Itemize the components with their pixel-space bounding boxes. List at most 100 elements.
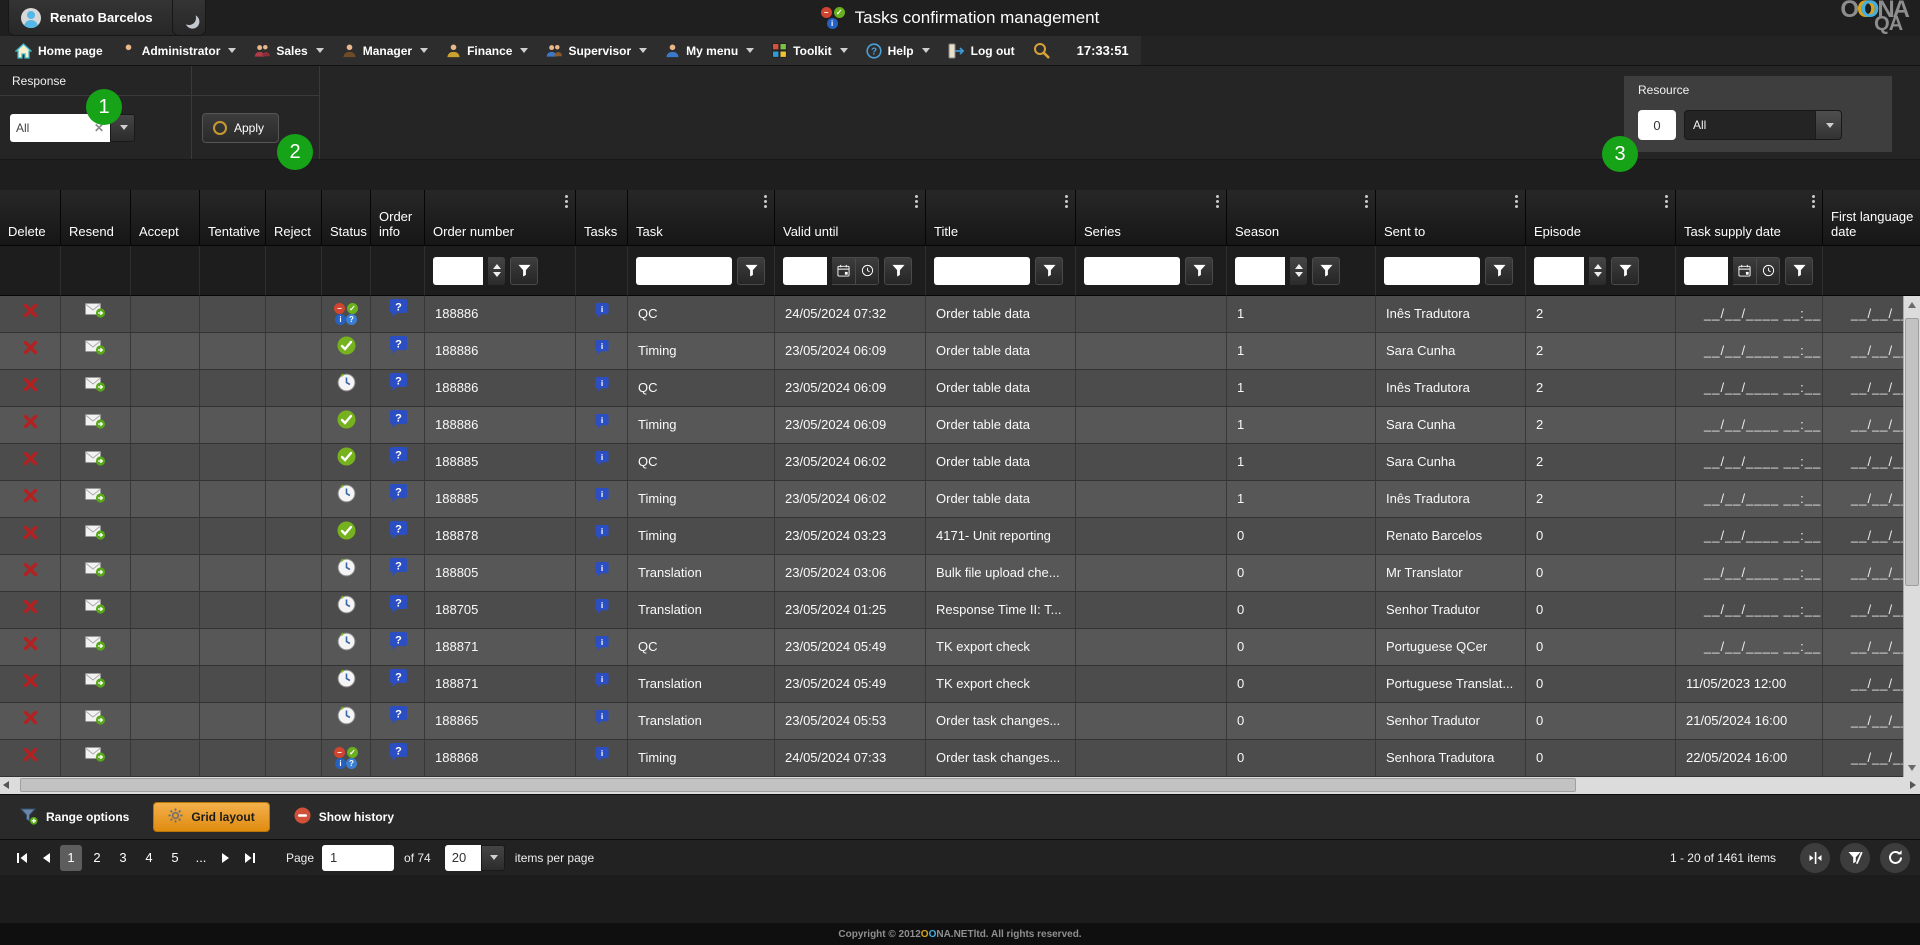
page-button--[interactable]: ... xyxy=(190,845,212,871)
cell-tasks[interactable]: i xyxy=(576,296,628,333)
page-button-4[interactable]: 4 xyxy=(138,845,160,871)
cell-orderinfo[interactable]: ? xyxy=(371,481,425,518)
horizontal-scroll-thumb[interactable] xyxy=(20,778,1576,792)
column-header-sentto[interactable]: Sent to xyxy=(1376,190,1526,246)
order-info-icon[interactable]: ? xyxy=(388,666,408,702)
column-header-season[interactable]: Season xyxy=(1227,190,1376,246)
cell-orderinfo[interactable]: ? xyxy=(371,592,425,629)
page-button-2[interactable]: 2 xyxy=(86,845,108,871)
menu-item-log-out[interactable]: Log out xyxy=(939,36,1024,65)
cell-delete[interactable] xyxy=(0,518,61,555)
resource-dropdown-button[interactable] xyxy=(1815,111,1841,139)
column-header-tasks[interactable]: Tasks xyxy=(576,190,628,246)
task-info-icon[interactable]: i xyxy=(594,555,610,591)
filter-button[interactable] xyxy=(737,257,765,285)
cell-tasks[interactable]: i xyxy=(576,481,628,518)
cell-tasks[interactable]: i xyxy=(576,666,628,703)
refresh-button[interactable] xyxy=(1880,843,1910,873)
order-info-icon[interactable]: ? xyxy=(388,407,408,443)
delete-icon[interactable] xyxy=(23,333,38,369)
task-info-icon[interactable]: i xyxy=(594,629,610,665)
task-info-icon[interactable]: i xyxy=(594,703,610,739)
cell-resend[interactable] xyxy=(61,296,131,333)
filter-input-title[interactable] xyxy=(934,257,1030,285)
page-button-1[interactable]: 1 xyxy=(60,845,82,871)
cell-delete[interactable] xyxy=(0,740,61,777)
column-header-tentative[interactable]: Tentative xyxy=(200,190,266,246)
column-menu-icon[interactable] xyxy=(915,195,918,208)
filter-button[interactable] xyxy=(1312,257,1340,285)
resource-count-input[interactable] xyxy=(1638,110,1676,140)
delete-icon[interactable] xyxy=(23,444,38,480)
column-header-orderinfo[interactable]: Order info xyxy=(371,190,425,246)
cell-delete[interactable] xyxy=(0,370,61,407)
cell-orderinfo[interactable]: ? xyxy=(371,629,425,666)
cell-delete[interactable] xyxy=(0,703,61,740)
cell-delete[interactable] xyxy=(0,407,61,444)
delete-icon[interactable] xyxy=(23,629,38,665)
task-info-icon[interactable]: i xyxy=(594,296,610,332)
menu-item-manager[interactable]: Manager xyxy=(333,36,437,65)
menu-item-home-page[interactable]: Home page xyxy=(6,36,112,65)
vertical-scrollbar[interactable] xyxy=(1903,296,1920,777)
order-info-icon[interactable]: ? xyxy=(388,629,408,665)
column-header-reject[interactable]: Reject xyxy=(266,190,322,246)
cell-orderinfo[interactable]: ? xyxy=(371,407,425,444)
scroll-right-icon[interactable] xyxy=(1910,781,1916,789)
cell-delete[interactable] xyxy=(0,481,61,518)
filter-button[interactable] xyxy=(1785,257,1813,285)
column-menu-icon[interactable] xyxy=(1065,195,1068,208)
menu-item-my-menu[interactable]: My menu xyxy=(656,36,763,65)
resend-icon[interactable] xyxy=(85,629,106,665)
task-info-icon[interactable]: i xyxy=(594,407,610,443)
order-info-icon[interactable]: ? xyxy=(388,555,408,591)
column-header-episode[interactable]: Episode xyxy=(1526,190,1676,246)
task-info-icon[interactable]: i xyxy=(594,444,610,480)
prev-page-button[interactable] xyxy=(34,846,58,870)
order-info-icon[interactable]: ? xyxy=(388,740,408,776)
filter-input-season[interactable] xyxy=(1235,257,1285,285)
cell-tasks[interactable]: i xyxy=(576,370,628,407)
resend-icon[interactable] xyxy=(85,740,106,776)
column-menu-icon[interactable] xyxy=(1665,195,1668,208)
resend-icon[interactable] xyxy=(85,333,106,369)
column-header-title[interactable]: Title xyxy=(926,190,1076,246)
vertical-scroll-thumb[interactable] xyxy=(1905,318,1919,586)
column-header-status[interactable]: Status xyxy=(322,190,371,246)
resize-columns-button[interactable] xyxy=(1800,843,1830,873)
task-info-icon[interactable]: i xyxy=(594,592,610,628)
cell-delete[interactable] xyxy=(0,333,61,370)
filter-input-episode[interactable] xyxy=(1534,257,1584,285)
menu-item-help[interactable]: ?Help xyxy=(857,36,939,65)
cell-resend[interactable] xyxy=(61,333,131,370)
dark-mode-button[interactable] xyxy=(172,0,206,36)
page-input[interactable] xyxy=(322,845,394,871)
spinner-buttons[interactable] xyxy=(1290,257,1307,285)
first-page-button[interactable] xyxy=(10,846,34,870)
spinner-buttons[interactable] xyxy=(488,257,505,285)
cell-resend[interactable] xyxy=(61,592,131,629)
resend-icon[interactable] xyxy=(85,555,106,591)
order-info-icon[interactable]: ? xyxy=(388,333,408,369)
filter-input-ordernumber[interactable] xyxy=(433,257,483,285)
delete-icon[interactable] xyxy=(23,703,38,739)
range-options-button[interactable]: Range options xyxy=(12,802,137,833)
search-button[interactable] xyxy=(1024,36,1059,65)
column-menu-icon[interactable] xyxy=(1812,195,1815,208)
delete-icon[interactable] xyxy=(23,481,38,517)
resend-icon[interactable] xyxy=(85,481,106,517)
filter-button[interactable] xyxy=(1035,257,1063,285)
column-header-delete[interactable]: Delete xyxy=(0,190,61,246)
menu-item-sales[interactable]: Sales xyxy=(245,36,332,65)
order-info-icon[interactable]: ? xyxy=(388,370,408,406)
filter-button[interactable] xyxy=(884,257,912,285)
filter-button[interactable] xyxy=(1185,257,1213,285)
user-menu[interactable]: Renato Barcelos xyxy=(8,0,188,36)
cell-resend[interactable] xyxy=(61,407,131,444)
cell-tasks[interactable]: i xyxy=(576,555,628,592)
delete-icon[interactable] xyxy=(23,555,38,591)
resend-icon[interactable] xyxy=(85,296,106,332)
last-page-button[interactable] xyxy=(238,846,262,870)
page-size-dropdown-button[interactable] xyxy=(481,845,505,871)
resend-icon[interactable] xyxy=(85,592,106,628)
